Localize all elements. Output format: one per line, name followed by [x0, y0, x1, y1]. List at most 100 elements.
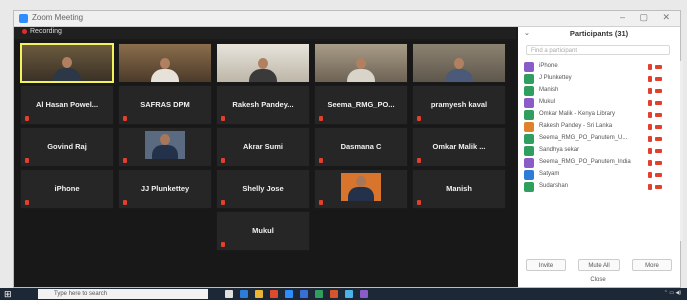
name-tile[interactable]: Omkar Malik ... [412, 127, 506, 167]
teams-icon[interactable] [360, 290, 368, 298]
video-tile[interactable] [20, 43, 114, 83]
muted-mic-icon[interactable] [648, 136, 652, 142]
participant-row-name: iPhone [539, 63, 558, 69]
name-tile[interactable]: JJ Plunkettey [118, 169, 212, 209]
name-tile[interactable]: Manish [412, 169, 506, 209]
participant-row-name: Sandhya sekar [539, 147, 580, 153]
video-off-icon[interactable] [655, 185, 662, 189]
participant-list: iPhone J Plunkettey Manish Mukul Omkar M… [524, 61, 680, 193]
windows-start-icon[interactable]: ⊞ [4, 289, 14, 299]
recording-label: Recording [30, 28, 62, 35]
meeting-topbar: Recording [14, 27, 516, 39]
file-explorer-icon[interactable] [255, 290, 263, 298]
video-tile[interactable] [118, 43, 212, 83]
powerpoint-icon[interactable] [330, 290, 338, 298]
video-off-icon[interactable] [655, 161, 662, 165]
edge-icon[interactable] [240, 290, 248, 298]
muted-mic-icon [319, 116, 323, 121]
muted-mic-icon[interactable] [648, 184, 652, 190]
office-icon[interactable] [270, 290, 278, 298]
participant-row[interactable]: J Plunkettey [524, 73, 680, 85]
chrome-icon[interactable] [345, 290, 353, 298]
name-tile[interactable]: pramyesh kaval [412, 85, 506, 125]
invite-button[interactable]: Invite [526, 259, 566, 271]
participant-row[interactable]: iPhone [524, 61, 680, 73]
muted-mic-icon[interactable] [648, 160, 652, 166]
video-off-icon[interactable] [655, 77, 662, 81]
task-view-icon[interactable] [225, 290, 233, 298]
avatar [524, 98, 534, 108]
muted-mic-icon[interactable] [648, 76, 652, 82]
close-panel-button[interactable]: Close [573, 277, 623, 286]
video-off-icon[interactable] [655, 65, 662, 69]
participant-row[interactable]: Satyam [524, 169, 680, 181]
participant-row-name: Seema_RMG_PO_Panutem_U... [539, 135, 628, 141]
avatar [524, 86, 534, 96]
participant-search-input[interactable]: Find a participant [526, 45, 670, 55]
muted-mic-icon[interactable] [648, 148, 652, 154]
participant-name: Shelly Jose [242, 184, 284, 193]
participant-video-person [53, 57, 81, 81]
participant-row[interactable]: Seema_RMG_PO_Panutem_U... [524, 133, 680, 145]
video-off-icon[interactable] [655, 101, 662, 105]
participant-row[interactable]: Seema_RMG_PO_Panutem_lndia [524, 157, 680, 169]
participant-row[interactable]: Rakesh Pandey - Sri Lanka [524, 121, 680, 133]
muted-mic-icon[interactable] [648, 124, 652, 130]
participants-panel: ⌄ Participants (31) Find a participant i… [518, 27, 683, 287]
name-tile[interactable]: Seema_RMG_PO... [314, 85, 408, 125]
name-tile[interactable]: Shelly Jose [216, 169, 310, 209]
mute-all-button[interactable]: Mute All [578, 259, 620, 271]
participant-name: Akrar Sumi [242, 142, 284, 151]
participants-header: ⌄ Participants (31) [518, 27, 680, 41]
video-off-icon[interactable] [655, 89, 662, 93]
taskbar-search-input[interactable]: Type here to search [38, 289, 208, 299]
participant-row[interactable]: Mukul [524, 97, 680, 109]
participant-list-scrollbar[interactable] [680, 61, 683, 241]
name-tile[interactable]: Akrar Sumi [216, 127, 310, 167]
participant-row[interactable]: Manish [524, 85, 680, 97]
muted-mic-icon[interactable] [648, 88, 652, 94]
video-off-icon[interactable] [655, 173, 662, 177]
muted-mic-icon[interactable] [648, 172, 652, 178]
video-off-icon[interactable] [655, 149, 662, 153]
video-tile[interactable] [412, 43, 506, 83]
name-tile[interactable]: Mukul [216, 211, 310, 251]
chevron-down-icon[interactable]: ⌄ [524, 27, 530, 41]
recording-indicator[interactable]: Recording [22, 28, 62, 35]
zoom-icon[interactable] [285, 290, 293, 298]
muted-mic-icon[interactable] [648, 112, 652, 118]
muted-mic-icon [123, 116, 127, 121]
participant-row-name: Seema_RMG_PO_Panutem_lndia [539, 159, 631, 165]
profile-photo-tile[interactable] [314, 169, 408, 209]
name-tile[interactable]: iPhone [20, 169, 114, 209]
name-tile[interactable]: Govind Raj [20, 127, 114, 167]
video-tile[interactable] [216, 43, 310, 83]
muted-mic-icon [221, 242, 225, 247]
more-button[interactable]: More [632, 259, 672, 271]
video-tile[interactable] [314, 43, 408, 83]
video-off-icon[interactable] [655, 125, 662, 129]
profile-photo-tile[interactable] [118, 127, 212, 167]
system-tray[interactable]: ⌃ ▭ ◀) [664, 290, 681, 296]
participant-row[interactable]: Sandhya sekar [524, 145, 680, 157]
name-tile[interactable]: Al Hasan Powel... [20, 85, 114, 125]
participant-row[interactable]: Sudarshan [524, 181, 680, 193]
name-tile[interactable]: SAFRAS DPM [118, 85, 212, 125]
muted-mic-icon [319, 158, 323, 163]
muted-mic-icon [319, 200, 323, 205]
word-icon[interactable] [300, 290, 308, 298]
avatar [524, 170, 534, 180]
video-off-icon[interactable] [655, 137, 662, 141]
avatar [524, 146, 534, 156]
muted-mic-icon[interactable] [648, 64, 652, 70]
participant-name: SAFRAS DPM [140, 100, 190, 109]
profile-picture [341, 173, 381, 201]
video-off-icon[interactable] [655, 113, 662, 117]
window-controls[interactable]: – ▢ ✕ [620, 12, 676, 23]
excel-icon[interactable] [315, 290, 323, 298]
avatar [524, 134, 534, 144]
name-tile[interactable]: Rakesh Pandey... [216, 85, 310, 125]
name-tile[interactable]: Dasmana C [314, 127, 408, 167]
participant-row[interactable]: Omkar Malik - Kenya Library [524, 109, 680, 121]
muted-mic-icon[interactable] [648, 100, 652, 106]
